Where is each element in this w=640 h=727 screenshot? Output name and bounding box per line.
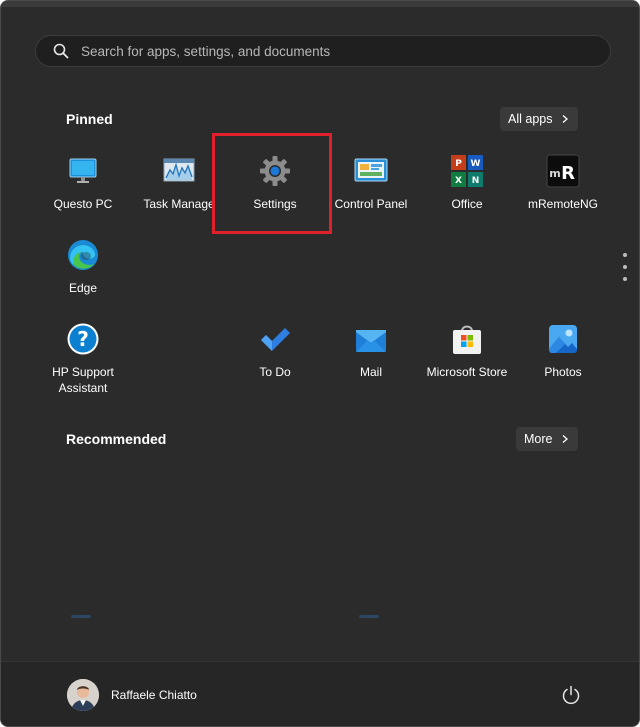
app-tile-microsoft-store[interactable]: Microsoft Store [420, 322, 514, 380]
more-label: More [524, 432, 553, 446]
app-label: Microsoft Store [426, 365, 508, 379]
search-box[interactable] [35, 35, 611, 67]
start-menu: Pinned All apps Questo PC Task [0, 0, 640, 727]
recommended-item-trace [359, 615, 379, 618]
all-apps-button[interactable]: All apps [500, 107, 579, 131]
recommended-list [35, 471, 607, 621]
svg-text:P: P [455, 159, 462, 169]
recommended-title: Recommended [66, 431, 167, 447]
chevron-right-icon [563, 115, 569, 123]
page-dot [623, 265, 627, 269]
recommended-item-trace [71, 615, 91, 618]
page-dot [623, 277, 627, 281]
app-tile-office[interactable]: P W X N Office [420, 154, 514, 212]
app-label: Edge [68, 281, 98, 295]
photos-icon [546, 322, 580, 356]
avatar[interactable] [67, 679, 99, 711]
user-name[interactable]: Raffaele Chiatto [111, 688, 197, 702]
svg-text:N: N [472, 176, 480, 186]
svg-text:?: ? [77, 327, 89, 351]
more-button[interactable]: More [516, 427, 579, 451]
power-icon[interactable] [560, 684, 582, 706]
app-tile-mail[interactable]: Mail [324, 322, 418, 380]
settings-highlight-box [212, 133, 332, 234]
svg-text:W: W [471, 159, 481, 169]
app-tile-control-panel[interactable]: Control Panel [324, 154, 418, 212]
office-icon: P W X N [450, 154, 484, 188]
app-label: Control Panel [334, 197, 408, 211]
app-tile-hp-support[interactable]: ? HP Support Assistant [36, 322, 130, 396]
page-indicator-dots[interactable] [623, 253, 629, 293]
mail-icon [354, 322, 388, 356]
edge-icon [66, 238, 100, 272]
task-manager-icon [162, 154, 196, 188]
search-input[interactable] [81, 43, 581, 59]
mremoteng-icon: m R [546, 154, 580, 188]
monitor-icon [66, 154, 100, 188]
search-icon [53, 43, 69, 59]
svg-text:m: m [549, 167, 560, 180]
app-tile-to-do[interactable]: To Do [228, 322, 322, 380]
checkmark-icon [258, 322, 292, 356]
svg-text:X: X [455, 176, 462, 186]
pinned-title: Pinned [66, 111, 113, 127]
control-panel-icon [354, 154, 388, 188]
app-label: Photos [544, 365, 582, 379]
app-label: Mail [359, 365, 382, 379]
app-label: Questo PC [53, 197, 113, 211]
app-tile-photos[interactable]: Photos [516, 322, 610, 380]
app-tile-edge[interactable]: Edge [36, 238, 130, 296]
window-top-strip [1, 1, 639, 7]
page-dot [623, 253, 627, 257]
chevron-right-icon [563, 435, 569, 443]
all-apps-label: All apps [508, 112, 553, 126]
app-tile-mremoteng[interactable]: m R mRemoteNG [516, 154, 610, 212]
app-label: mRemoteNG [527, 197, 598, 211]
store-icon [450, 322, 484, 356]
svg-text:R: R [561, 163, 575, 184]
app-label: HP Support Assistant [52, 365, 114, 395]
app-tile-questo-pc[interactable]: Questo PC [36, 154, 130, 212]
help-icon: ? [66, 322, 100, 356]
app-label: To Do [259, 365, 291, 379]
app-label: Office [451, 197, 483, 211]
